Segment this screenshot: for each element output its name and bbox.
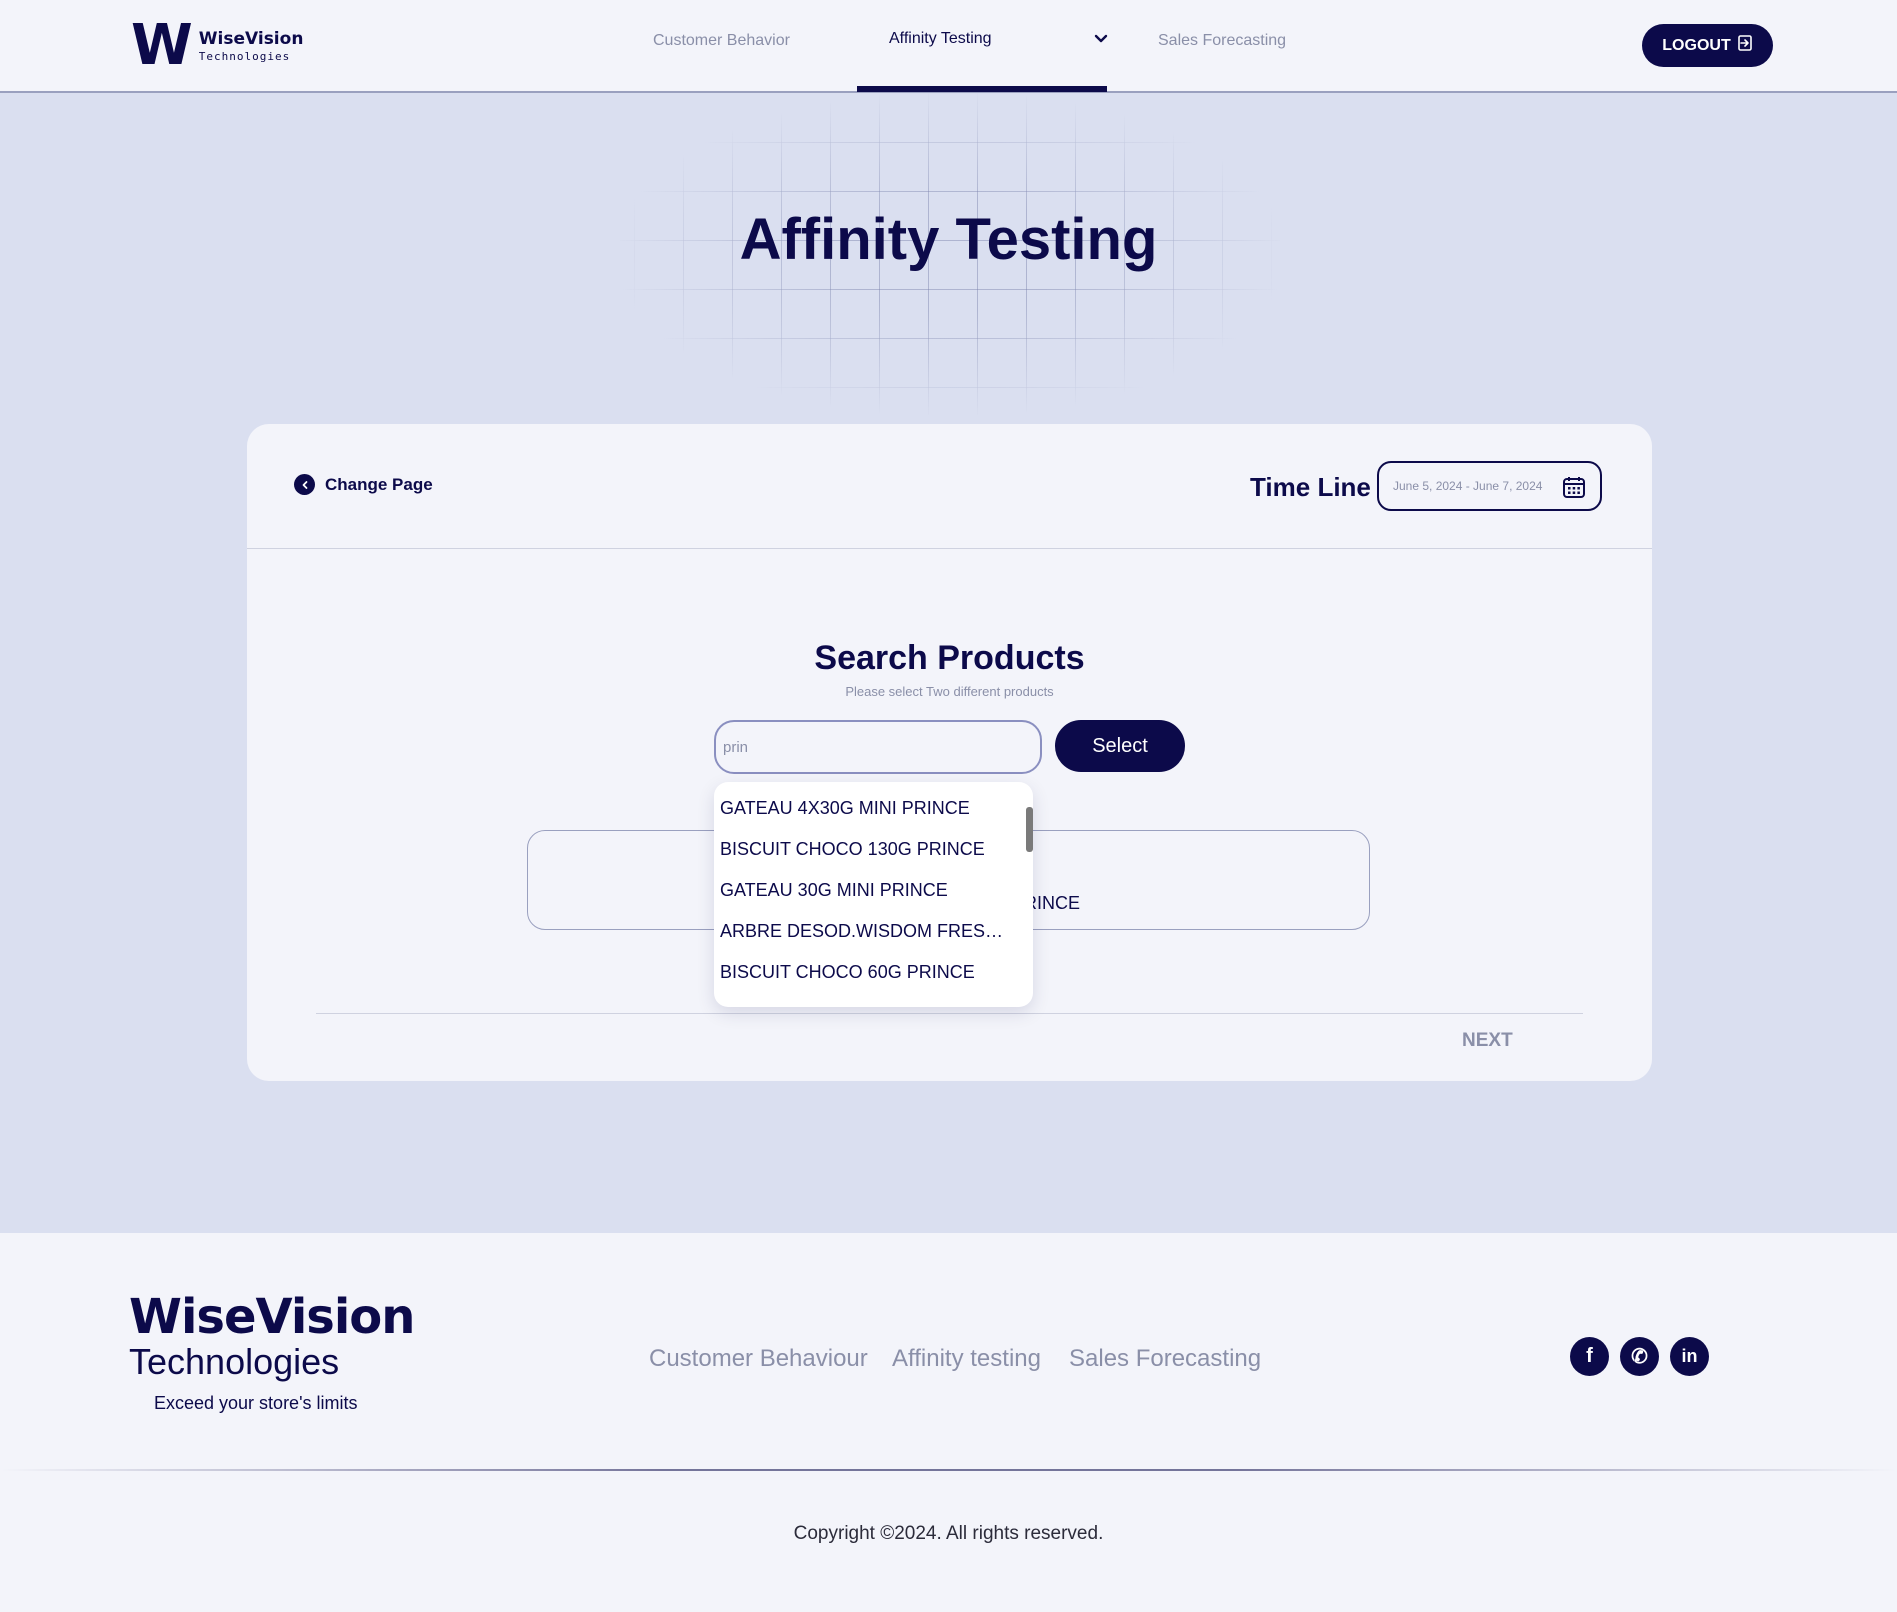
product-suggestions-dropdown: GATEAU 4X30G MINI PRINCE BISCUIT CHOCO 1… <box>714 782 1033 1007</box>
footer-logo-sub: Technologies <box>129 1341 340 1382</box>
footer-divider <box>0 1469 1897 1471</box>
footer-link-affinity-testing[interactable]: Affinity testing <box>892 1345 1041 1373</box>
facebook-icon[interactable]: f <box>1570 1337 1609 1376</box>
change-page-label: Change Page <box>325 474 433 494</box>
chevron-left-icon <box>294 474 315 495</box>
footer-tagline: Exceed your store's limits <box>154 1393 358 1413</box>
dropdown-item[interactable]: GATEAU 4X30G MINI PRINCE <box>720 798 1016 819</box>
page-title: Affinity Testing <box>739 207 1158 272</box>
whatsapp-icon[interactable]: ✆ <box>1620 1337 1659 1376</box>
logout-button[interactable]: LOGOUT <box>1642 24 1773 67</box>
nav-sales-forecasting[interactable]: Sales Forecasting <box>1158 32 1286 50</box>
search-products-title: Search Products <box>814 639 1085 677</box>
change-page-button[interactable]: Change Page <box>294 474 433 495</box>
calendar-icon[interactable] <box>1562 475 1586 502</box>
logout-label: LOGOUT <box>1662 36 1731 54</box>
product-search-input[interactable] <box>714 720 1042 774</box>
footer: WiseVision Technologies Exceed your stor… <box>0 1233 1897 1612</box>
header-logo[interactable]: W WiseVision Technologies <box>131 18 303 74</box>
nav-affinity-testing[interactable]: Affinity Testing <box>889 30 992 48</box>
dropdown-item[interactable]: BISCUIT CHOCO 130G PRINCE <box>720 839 1016 860</box>
copyright-text: Copyright ©2024. All rights reserved. <box>793 1523 1104 1544</box>
footer-link-sales-forecasting[interactable]: Sales Forecasting <box>1069 1345 1261 1373</box>
date-range-picker[interactable]: June 5, 2024 - June 7, 2024 <box>1377 461 1602 511</box>
logo-name: WiseVision <box>198 28 304 49</box>
dropdown-item[interactable]: GATEAU 30G MINI PRINCE <box>720 880 1016 901</box>
top-header: W WiseVision Technologies Customer Behav… <box>0 0 1897 93</box>
timeline-label: Time Line <box>1250 472 1371 502</box>
logout-icon <box>1737 35 1753 56</box>
dropdown-item[interactable]: ARBRE DESOD.WISDOM FRESH ... <box>720 921 1016 942</box>
dropdown-item[interactable]: BISCUIT CHOCO 60G PRINCE <box>720 962 1016 983</box>
logo-mark: W <box>131 13 193 78</box>
next-button[interactable]: NEXT <box>1462 1030 1513 1052</box>
linkedin-icon[interactable]: in <box>1670 1337 1709 1376</box>
dropdown-scrollbar[interactable] <box>1026 807 1033 852</box>
logo-sub: Technologies <box>198 49 291 63</box>
nav-customer-behavior[interactable]: Customer Behavior <box>653 32 790 50</box>
date-range-value: June 5, 2024 - June 7, 2024 <box>1393 479 1543 493</box>
active-tab-indicator <box>857 86 1107 92</box>
footer-logo: WiseVision Technologies Exceed your stor… <box>129 1289 415 1414</box>
chevron-down-icon[interactable] <box>1094 32 1108 51</box>
search-products-subtitle: Please select Two different products <box>845 684 1054 699</box>
footer-logo-name: WiseVision <box>129 1289 415 1345</box>
footer-link-customer-behaviour[interactable]: Customer Behaviour <box>649 1345 868 1373</box>
card-divider <box>247 548 1652 549</box>
select-button[interactable]: Select <box>1055 720 1185 772</box>
card-bottom-divider <box>316 1013 1583 1014</box>
